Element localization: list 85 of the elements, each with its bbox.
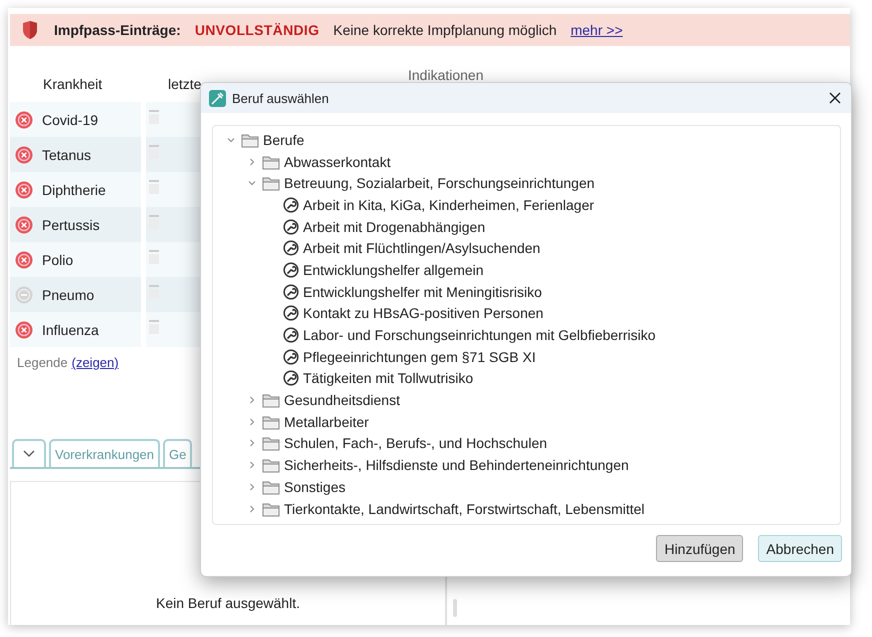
placeholder-icon [149, 145, 159, 159]
tree-item[interactable]: Arbeit in Kita, KiGa, Kinderheimen, Ferienlager [303, 196, 594, 213]
status-text: UNVOLLSTÄNDIG [194, 22, 320, 38]
legend-label: Legende [17, 355, 68, 370]
folder-icon [262, 478, 280, 495]
banner-message: Keine korrekte Impfplanung möglich [333, 22, 557, 38]
error-icon [15, 146, 33, 164]
chevron-right-icon[interactable] [248, 418, 256, 426]
tree-item[interactable]: Kontakt zu HBsAG-positiven Personen [303, 305, 544, 322]
folder-icon [262, 457, 280, 474]
tree-item[interactable]: Arbeit mit Flüchtlingen/Asylsuchenden [303, 240, 540, 256]
wrench-circle-icon [283, 327, 299, 344]
table-cell: Influenza [10, 312, 141, 347]
dialog-title: Beruf auswählen [232, 90, 330, 106]
wrench-circle-icon [283, 240, 299, 256]
shield-icon [22, 20, 38, 40]
folder-icon [262, 435, 280, 452]
wrench-circle-icon [283, 196, 299, 213]
minus-icon [15, 286, 33, 304]
tree-item[interactable]: Tätigkeiten mit Tollwutrisiko [303, 370, 474, 386]
folder-icon [241, 132, 259, 148]
table-cell: Diphtherie [10, 172, 141, 207]
table-cell: Pertussis [10, 207, 141, 242]
empty-message: Kein Beruf ausgewählt. [156, 595, 300, 611]
add-button[interactable]: Hinzufügen [656, 535, 744, 562]
tree-folder-item[interactable]: Schulen, Fach-, Berufs-, und Hochschulen [284, 435, 548, 452]
table-cell: Polio [10, 242, 141, 277]
wrench-circle-icon [283, 370, 299, 386]
tree-folder-item[interactable]: Berufe [263, 132, 304, 148]
folder-icon [262, 500, 280, 517]
banner-label: Impfpass-Einträge: [54, 22, 181, 38]
column-header: letzte [168, 76, 202, 92]
error-icon [15, 216, 33, 234]
tree-folder-item[interactable]: Gesundheitsdienst [284, 392, 400, 408]
placeholder-icon [149, 250, 159, 264]
tree-folder-item[interactable]: Tierkontakte, Landwirtschaft, Forstwirtschaft, Lebensmittel [284, 500, 645, 517]
folder-icon [262, 175, 280, 192]
chevron-down-icon [23, 450, 35, 458]
placeholder-icon [149, 110, 159, 124]
column-header: Krankheit [43, 76, 102, 92]
placeholder-icon [149, 320, 159, 334]
table-cell: Covid-19 [10, 102, 141, 137]
chevron-right-icon[interactable] [248, 396, 256, 404]
chevron-right-icon[interactable] [248, 158, 256, 166]
folder-icon [262, 392, 280, 408]
show-legend-link[interactable]: (zeigen) [72, 355, 119, 370]
placeholder-icon [149, 215, 159, 229]
tree-folder-item[interactable]: Abwasserkontakt [284, 154, 391, 170]
more-link[interactable]: mehr >> [570, 22, 623, 38]
placeholder-icon [149, 285, 159, 299]
folder-icon [262, 414, 280, 430]
tree-folder-item[interactable]: Sonstiges [284, 478, 346, 495]
tree-item[interactable]: Entwicklungshelfer mit Meningitisrisiko [303, 284, 542, 300]
syringe-icon [209, 90, 226, 106]
error-icon [15, 320, 33, 338]
wrench-circle-icon [283, 348, 299, 365]
error-icon [15, 250, 33, 268]
wrench-circle-icon [283, 218, 299, 235]
wrench-circle-icon [283, 305, 299, 322]
chevron-right-icon[interactable] [248, 439, 256, 448]
wrench-circle-icon [283, 284, 299, 300]
wrench-circle-icon [283, 262, 299, 278]
chevron-right-icon[interactable] [248, 504, 256, 513]
scrollbar[interactable] [453, 599, 457, 617]
tree-folder-item[interactable]: Betreuung, Sozialarbeit, Forschungseinrichtungen [284, 175, 595, 192]
folder-icon [262, 154, 280, 170]
tree-item[interactable]: Entwicklungshelfer allgemein [303, 262, 484, 278]
chevron-down-icon[interactable] [248, 179, 256, 188]
cancel-button[interactable]: Abbrechen [758, 535, 842, 562]
placeholder-icon [149, 180, 159, 194]
tree-folder-item[interactable]: Sicherheits-, Hilfsdienste und Behinderteneinrichtungen [284, 457, 629, 474]
tree-item[interactable]: Labor- und Forschungseinrichtungen mit Gelbfieberrisiko [303, 327, 656, 344]
table-cell: Pneumo [10, 277, 141, 312]
tree-item[interactable]: Arbeit mit Drogenabhängigen [303, 218, 486, 235]
chevron-down-icon[interactable] [227, 136, 235, 144]
collapse-tab[interactable] [12, 439, 46, 467]
error-icon [15, 110, 33, 128]
chevron-right-icon[interactable] [248, 461, 256, 470]
tree-item[interactable]: Pflegeeinrichtungen gem §71 SGB XI [303, 348, 536, 365]
column-header: Indikationen [408, 67, 484, 83]
chevron-right-icon[interactable] [248, 482, 256, 491]
table-cell: Tetanus [10, 137, 141, 172]
close-button[interactable] [827, 90, 843, 106]
tree-folder-item[interactable]: Metallarbeiter [284, 414, 369, 430]
error-icon [15, 180, 33, 198]
